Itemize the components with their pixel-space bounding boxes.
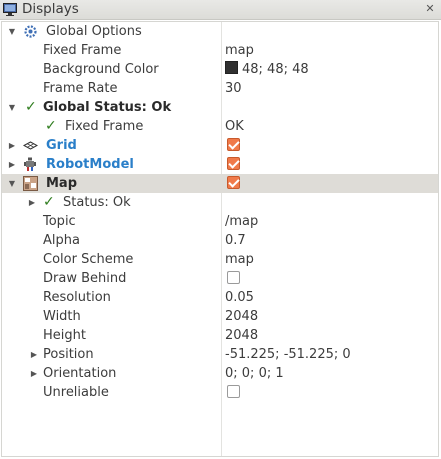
tree-row-global-status[interactable]: ▼ ✓ Global Status: Ok — [2, 98, 438, 117]
checkmark-icon: ✓ — [45, 118, 57, 134]
color-swatch[interactable] — [225, 61, 238, 74]
orientation-label: Orientation — [43, 366, 117, 381]
expand-arrow-icon[interactable]: ▼ — [7, 174, 17, 193]
frame-rate-label: Frame Rate — [43, 81, 118, 96]
tree-row-resolution[interactable]: Resolution 0.05 — [2, 288, 438, 307]
fixed-frame-label: Fixed Frame — [43, 43, 122, 58]
collapse-arrow-icon[interactable]: ▶ — [7, 155, 17, 174]
position-value: -51.225; -51.225; 0 — [225, 347, 351, 362]
draw-behind-checkbox[interactable] — [227, 271, 240, 284]
robot-model-enabled-checkbox[interactable] — [227, 157, 240, 170]
resolution-label: Resolution — [43, 290, 111, 305]
map-enabled-checkbox[interactable] — [227, 176, 240, 189]
tree-row-orientation[interactable]: ▶ Orientation 0; 0; 0; 1 — [2, 364, 438, 383]
close-icon[interactable]: ✕ — [423, 2, 437, 16]
expand-arrow-icon[interactable]: ▼ — [7, 98, 17, 117]
tree-row-map-status[interactable]: ▶ ✓ Status: Ok — [2, 193, 438, 212]
grid-label: Grid — [46, 138, 77, 153]
tree-row-draw-behind[interactable]: Draw Behind — [2, 269, 438, 288]
tree-row-fixed-frame-status[interactable]: ✓ Fixed Frame OK — [2, 117, 438, 136]
displays-tree: ▼ Global Options Fixed Frame map Backgro… — [1, 21, 439, 457]
robot-model-label: RobotModel — [46, 157, 134, 172]
robot-icon — [24, 157, 36, 171]
color-scheme-label: Color Scheme — [43, 252, 134, 267]
tree-row-alpha[interactable]: Alpha 0.7 — [2, 231, 438, 250]
tree-row-position[interactable]: ▶ Position -51.225; -51.225; 0 — [2, 345, 438, 364]
background-color-label: Background Color — [43, 62, 159, 77]
global-options-label: Global Options — [46, 24, 142, 39]
color-scheme-value[interactable]: map — [225, 251, 254, 268]
tree-row-map[interactable]: ▼ Map — [2, 174, 438, 193]
window-title: Displays — [22, 1, 79, 17]
collapse-arrow-icon[interactable]: ▶ — [29, 364, 39, 383]
checkmark-icon: ✓ — [43, 194, 55, 210]
unreliable-checkbox[interactable] — [227, 385, 240, 398]
collapse-arrow-icon[interactable]: ▶ — [29, 345, 39, 364]
alpha-value[interactable]: 0.7 — [225, 232, 246, 249]
orientation-value: 0; 0; 0; 1 — [225, 366, 284, 381]
map-icon — [23, 176, 38, 191]
position-label: Position — [43, 347, 94, 362]
tree-row-width[interactable]: Width 2048 — [2, 307, 438, 326]
topic-value[interactable]: /map — [225, 213, 258, 230]
gear-icon — [24, 25, 37, 38]
tree-row-height[interactable]: Height 2048 — [2, 326, 438, 345]
tree-row-background-color[interactable]: Background Color 48; 48; 48 — [2, 60, 438, 79]
fixed-frame-status-value: OK — [225, 119, 244, 134]
background-color-value[interactable]: 48; 48; 48 — [225, 61, 309, 78]
grid-icon — [23, 141, 38, 150]
width-value: 2048 — [225, 309, 259, 324]
global-status-label: Global Status: Ok — [43, 100, 172, 115]
tree-row-topic[interactable]: Topic /map — [2, 212, 438, 231]
fixed-frame-value[interactable]: map — [225, 42, 254, 59]
resolution-value: 0.05 — [225, 290, 254, 305]
collapse-arrow-icon[interactable]: ▶ — [7, 136, 17, 155]
fixed-frame-status-label: Fixed Frame — [65, 119, 144, 134]
tree-row-grid[interactable]: ▶ Grid — [2, 136, 438, 155]
grid-enabled-checkbox[interactable] — [227, 138, 240, 151]
width-label: Width — [43, 309, 81, 324]
draw-behind-label: Draw Behind — [43, 271, 127, 286]
tree-row-fixed-frame[interactable]: Fixed Frame map — [2, 41, 438, 60]
unreliable-label: Unreliable — [43, 385, 109, 400]
topic-label: Topic — [43, 214, 76, 229]
tree-row-robot-model[interactable]: ▶ RobotModel — [2, 155, 438, 174]
tree-row-frame-rate[interactable]: Frame Rate 30 — [2, 79, 438, 98]
height-value: 2048 — [225, 328, 259, 343]
window-titlebar: Displays ✕ — [0, 0, 441, 20]
expand-arrow-icon[interactable]: ▼ — [7, 22, 17, 41]
frame-rate-value[interactable]: 30 — [225, 80, 242, 97]
map-status-label: Status: Ok — [63, 195, 131, 210]
map-label: Map — [46, 176, 78, 191]
tree-row-color-scheme[interactable]: Color Scheme map — [2, 250, 438, 269]
alpha-label: Alpha — [43, 233, 80, 248]
tree-row-global-options[interactable]: ▼ Global Options — [2, 22, 438, 41]
background-color-text: 48; 48; 48 — [242, 62, 309, 77]
monitor-icon — [3, 3, 17, 16]
checkmark-icon: ✓ — [25, 99, 37, 115]
tree-row-unreliable[interactable]: Unreliable — [2, 383, 438, 402]
height-label: Height — [43, 328, 86, 343]
collapse-arrow-icon[interactable]: ▶ — [27, 193, 37, 212]
